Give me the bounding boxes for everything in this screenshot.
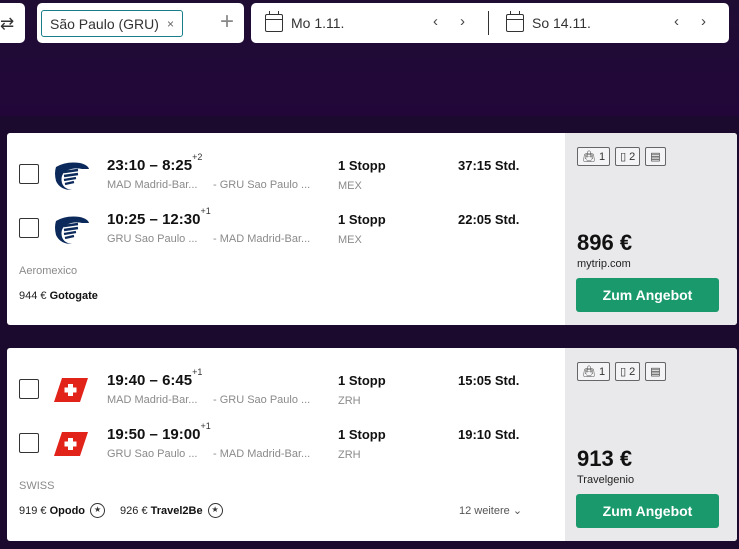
leg-stops: 1 Stopp <box>338 427 386 442</box>
origin-chip-label: São Paulo (GRU) <box>50 15 159 32</box>
leg-route: GRU Sao Paulo ... - MAD Madrid-Bar... <box>107 448 311 460</box>
aeromexico-logo-icon <box>55 162 89 190</box>
deal-button[interactable]: Zum Angebot <box>576 278 719 312</box>
price: 896 € <box>577 230 633 255</box>
alt-offers: 919 € Opodo ★ 926 € Travel2Be ★ <box>19 503 238 518</box>
flight-leg-outbound: 23:10 – 8:25 +2 MAD Madrid-Bar... - GRU Sa… <box>7 152 565 197</box>
swap-button[interactable]: ⇄ <box>0 3 25 43</box>
date-divider <box>488 11 489 35</box>
more-offers-link[interactable]: 12 weitere ⌄ <box>459 504 522 517</box>
origin-field[interactable]: São Paulo (GRU) × + <box>37 3 244 43</box>
calendar-return-icon <box>506 11 524 32</box>
depart-date-field[interactable]: Mo 1.11. <box>265 3 344 43</box>
leg-checkbox[interactable] <box>19 433 39 453</box>
depart-prev-chevron-icon[interactable]: ‹ <box>433 13 438 30</box>
rating-badge-icon: ★ <box>207 503 223 518</box>
aeromexico-logo-icon <box>55 216 89 244</box>
baggage-info: 👜︎ 1 ▯ 2 ▤ <box>577 147 666 166</box>
swiss-logo-icon <box>54 378 88 402</box>
leg-checkbox[interactable] <box>19 218 39 238</box>
leg-times: 23:10 – 8:25 +2 <box>107 152 203 174</box>
leg-stops: 1 Stopp <box>338 158 386 173</box>
depart-date-label: Mo 1.11. <box>291 15 345 31</box>
ticket-icon: ▤ <box>650 366 661 378</box>
personal-bag-icon: 👜︎ <box>582 366 596 378</box>
swap-icon: ⇄ <box>0 14 15 33</box>
personal-bag-icon: 👜︎ <box>582 151 596 163</box>
price-panel: 👜︎ 1 ▯ 2 ▤ 896 € mytrip.com Zum Angebot <box>565 133 737 325</box>
leg-via: ZRH <box>338 395 361 407</box>
leg-checkbox[interactable] <box>19 379 39 399</box>
personal-item-badge: 👜︎ 1 <box>577 362 611 381</box>
depart-next-chevron-icon[interactable]: › <box>460 13 465 30</box>
cabin-bag-icon: ▯ <box>620 366 627 378</box>
leg-checkbox[interactable] <box>19 164 39 184</box>
leg-route: GRU Sao Paulo ... - MAD Madrid-Bar... <box>107 233 311 245</box>
origin-chip[interactable]: São Paulo (GRU) × <box>41 10 183 37</box>
swiss-logo-icon <box>54 432 88 456</box>
leg-route: MAD Madrid-Bar... - GRU Sao Paulo ... <box>107 394 311 406</box>
leg-stops: 1 Stopp <box>338 212 386 227</box>
cabin-bag-icon: ▯ <box>620 151 627 163</box>
leg-via: ZRH <box>338 449 361 461</box>
provider-name: mytrip.com <box>577 258 631 270</box>
airline-name: SWISS <box>19 480 55 492</box>
leg-via: MEX <box>338 180 362 192</box>
deal-button[interactable]: Zum Angebot <box>576 494 719 528</box>
chevron-down-icon: ⌄ <box>512 505 523 517</box>
leg-route: MAD Madrid-Bar... - GRU Sao Paulo ... <box>107 179 311 191</box>
add-origin-icon[interactable]: + <box>220 9 234 35</box>
leg-times: 19:50 – 19:00 +1 <box>107 421 211 443</box>
return-next-chevron-icon[interactable]: › <box>701 13 706 30</box>
leg-duration: 37:15 Std. <box>458 158 520 173</box>
chip-close-icon[interactable]: × <box>167 17 174 31</box>
leg-duration: 19:10 Std. <box>458 427 520 442</box>
alt-offer-gotogate[interactable]: 944 € Gotogate <box>19 290 98 302</box>
leg-via: MEX <box>338 234 362 246</box>
return-date-label: So 14.11. <box>532 15 591 31</box>
price-panel: 👜︎ 1 ▯ 2 ▤ 913 € Travelgenio Zum Angebot <box>565 348 737 541</box>
leg-duration: 22:05 Std. <box>458 212 520 227</box>
airline-name: Aeromexico <box>19 265 78 277</box>
alt-offer-opodo[interactable]: 919 € Opodo <box>19 505 85 517</box>
date-picker[interactable]: Mo 1.11. ‹ › So 14.11. ‹ › <box>251 3 729 43</box>
personal-item-badge: 👜︎ 1 <box>577 147 611 166</box>
return-date-field[interactable]: So 14.11. <box>506 3 591 43</box>
leg-stops: 1 Stopp <box>338 373 386 388</box>
result-card-swiss[interactable]: 19:40 – 6:45 +1 MAD Madrid-Bar... - GRU Sa… <box>7 348 737 541</box>
leg-duration: 15:05 Std. <box>458 373 520 388</box>
rating-badge-icon: ★ <box>90 503 106 518</box>
leg-times: 19:40 – 6:45 +1 <box>107 367 203 389</box>
seat-info-badge: ▤ <box>645 147 666 166</box>
cabin-bag-badge: ▯ 2 <box>615 147 641 166</box>
search-header: ⇄ São Paulo (GRU) × + Mo 1.11. ‹ › So 14… <box>0 0 739 116</box>
baggage-info: 👜︎ 1 ▯ 2 ▤ <box>577 362 666 381</box>
result-card-aeromexico[interactable]: 23:10 – 8:25 +2 MAD Madrid-Bar... - GRU Sa… <box>7 133 737 325</box>
leg-times: 10:25 – 12:30 +1 <box>107 206 211 228</box>
return-prev-chevron-icon[interactable]: ‹ <box>674 13 679 30</box>
alt-offers: 944 € Gotogate <box>19 290 98 302</box>
provider-name: Travelgenio <box>577 474 635 486</box>
seat-info-badge: ▤ <box>645 362 666 381</box>
cabin-bag-badge: ▯ 2 <box>615 362 641 381</box>
ticket-icon: ▤ <box>650 151 661 163</box>
price: 913 € <box>577 446 633 471</box>
alt-offer-travel2be[interactable]: 926 € Travel2Be <box>120 505 203 517</box>
flight-leg-outbound: 19:40 – 6:45 +1 MAD Madrid-Bar... - GRU Sa… <box>7 367 565 412</box>
flight-leg-return: 19:50 – 19:00 +1 GRU Sao Paulo ... - MAD M… <box>7 421 565 466</box>
calendar-depart-icon <box>265 11 283 32</box>
flight-leg-return: 10:25 – 12:30 +1 GRU Sao Paulo ... - MAD M… <box>7 206 565 251</box>
